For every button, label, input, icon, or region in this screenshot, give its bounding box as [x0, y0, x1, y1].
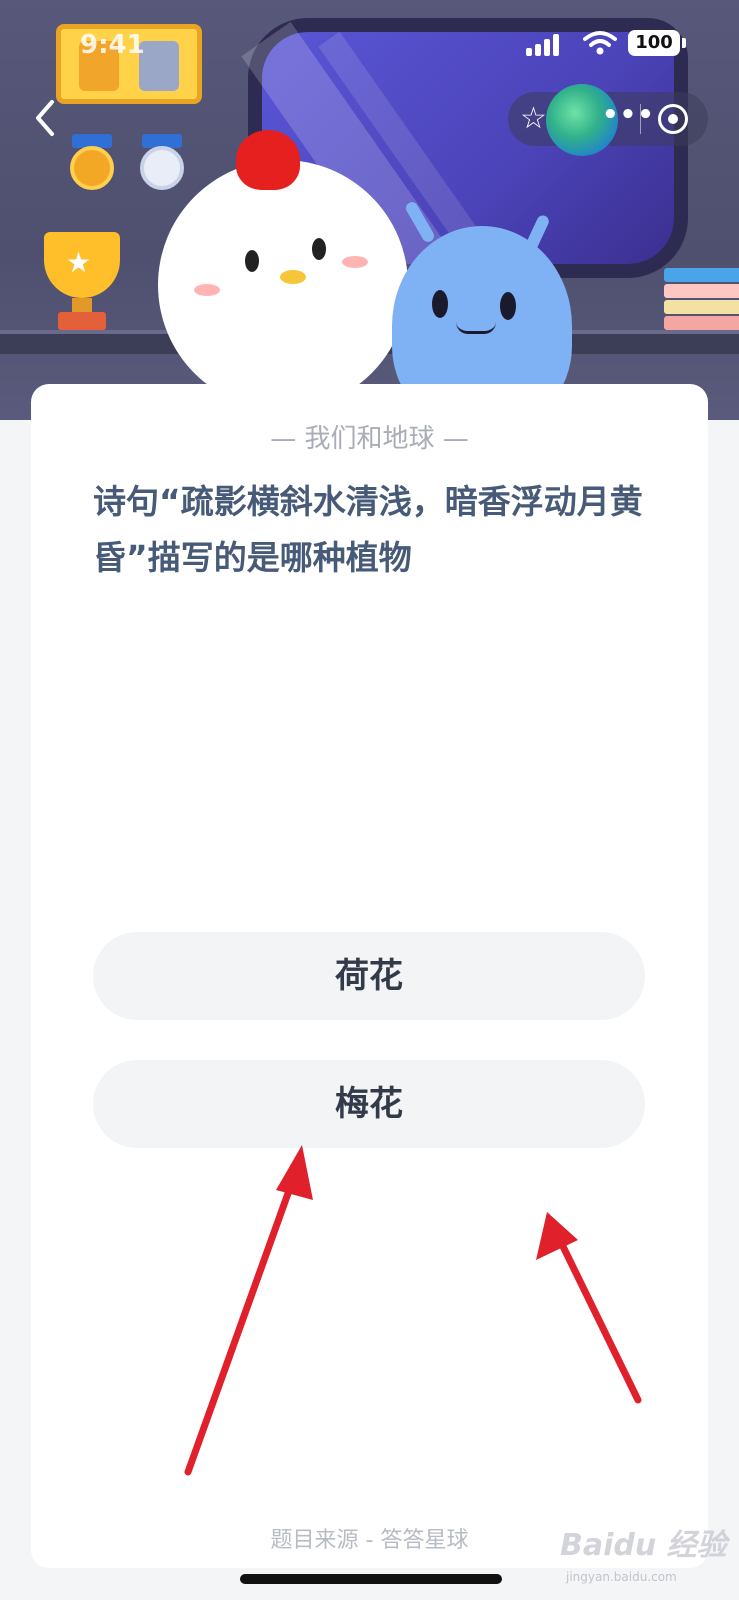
status-bar: 9:41 100	[0, 0, 739, 86]
answer-option-2[interactable]: 梅花	[93, 1060, 645, 1148]
answer-option-1[interactable]: 荷花	[93, 932, 645, 1020]
status-time: 9:41	[80, 30, 145, 60]
signal-icon	[526, 34, 566, 56]
close-target-button[interactable]	[658, 104, 688, 134]
battery-tip	[682, 38, 686, 48]
watermark-url: jingyan.baidu.com	[566, 1570, 677, 1584]
chick-mascot	[158, 160, 408, 410]
books-illustration	[664, 268, 739, 330]
capsule-divider	[640, 104, 641, 134]
battery-indicator: 100	[628, 30, 680, 56]
home-indicator[interactable]	[240, 1574, 502, 1584]
gold-medal-icon	[70, 146, 114, 190]
favorite-star-button[interactable]: ☆	[520, 100, 547, 138]
more-button[interactable]: •••	[602, 100, 655, 130]
question-card: — 我们和地球 — 诗句“疏影横斜水清浅，暗香浮动月黄昏”描写的是哪种植物 荷花…	[31, 384, 708, 1568]
question-category: — 我们和地球 —	[270, 424, 469, 454]
back-button[interactable]	[30, 98, 66, 142]
chevron-left-icon	[36, 100, 54, 136]
baidu-watermark: Baidu 经验	[560, 1528, 727, 1563]
wifi-icon	[583, 30, 617, 61]
question-text: 诗句“疏影横斜水清浅，暗香浮动月黄昏”描写的是哪种植物	[93, 482, 643, 577]
silver-medal-icon	[140, 146, 184, 190]
quiz-page: ★ 9:41 100 ☆ ••• — 我们和地球 — 诗句“疏影横斜水清浅，暗香…	[0, 0, 739, 1600]
